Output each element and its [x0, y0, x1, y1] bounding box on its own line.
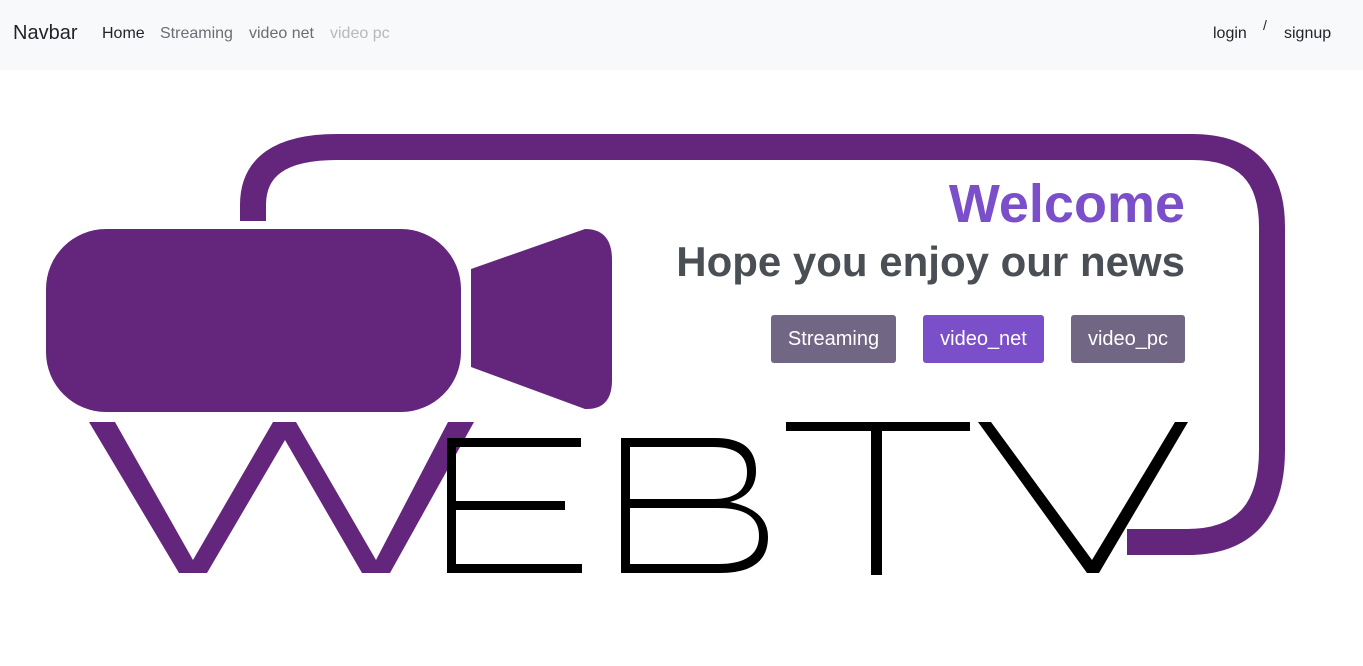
logo-letter-b	[621, 438, 768, 573]
video-camera-icon	[46, 229, 612, 412]
tagline: Hope you enjoy our news	[676, 238, 1185, 285]
logo-letter-e	[447, 438, 582, 573]
logo-letter-w	[89, 422, 474, 573]
streaming-button[interactable]: Streaming	[771, 315, 896, 363]
logo-letter-t	[786, 422, 970, 575]
welcome-heading: Welcome	[948, 174, 1185, 234]
video-net-button[interactable]: video_net	[923, 315, 1044, 363]
video-pc-button[interactable]: video_pc	[1071, 315, 1185, 363]
